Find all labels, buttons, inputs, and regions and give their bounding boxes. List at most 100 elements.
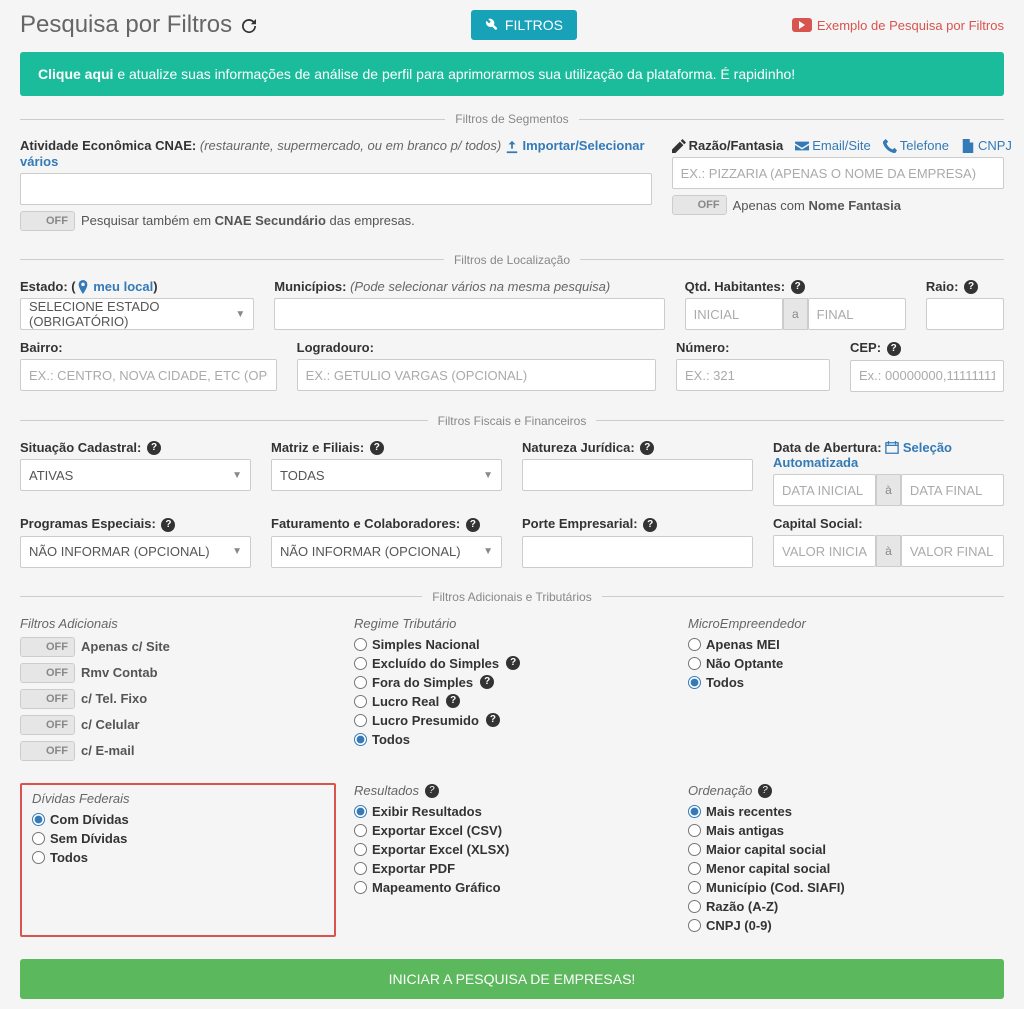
tab-razao[interactable]: Razão/Fantasia xyxy=(672,138,784,153)
toggle-label: Apenas c/ Site xyxy=(81,639,170,654)
regime-lucro-real[interactable]: Lucro Real ? xyxy=(354,694,670,709)
location-filters: Filtros de Localização Estado: ( meu loc… xyxy=(20,253,1004,402)
abertura-min[interactable] xyxy=(773,474,876,506)
tab-email[interactable]: Email/Site xyxy=(795,138,871,153)
dividas-sem[interactable]: Sem Dívidas xyxy=(32,831,324,846)
bairro-input[interactable] xyxy=(20,359,277,391)
refresh-icon[interactable] xyxy=(242,11,256,39)
regime-lucro-presumido[interactable]: Lucro Presumido ? xyxy=(354,713,670,728)
help-icon[interactable]: ? xyxy=(147,441,161,455)
abertura-label: Data de Abertura: Seleção Automatizada xyxy=(773,440,1004,471)
dividas-com[interactable]: Com Dívidas xyxy=(32,812,324,827)
res-pdf[interactable]: Exportar PDF xyxy=(354,861,670,876)
capital-max[interactable] xyxy=(901,535,1004,567)
municipios-label: Municípios: (Pode selecionar vários na m… xyxy=(274,279,664,294)
programas-select[interactable]: NÃO INFORMAR (OPCIONAL)▼ xyxy=(20,536,251,568)
mei-title: MicroEmpreendedor xyxy=(688,616,1004,631)
cep-input[interactable] xyxy=(850,360,1004,392)
example-link[interactable]: Exemplo de Pesquisa por Filtros xyxy=(792,18,1004,33)
help-icon[interactable]: ? xyxy=(506,656,520,670)
help-icon[interactable]: ? xyxy=(887,342,901,356)
nome-fantasia-toggle[interactable]: OFF xyxy=(672,195,727,215)
mei-nao-optante[interactable]: Não Optante xyxy=(688,656,1004,671)
mei-todos[interactable]: Todos xyxy=(688,675,1004,690)
location-legend: Filtros de Localização xyxy=(444,253,580,267)
raio-input[interactable] xyxy=(926,298,1004,330)
matriz-select[interactable]: TODAS▼ xyxy=(271,459,502,491)
filtros-adicionais-group: Filtros Adicionais OFFApenas c/ Site OFF… xyxy=(20,616,336,765)
help-icon[interactable]: ? xyxy=(446,694,460,708)
youtube-icon xyxy=(792,18,812,32)
upload-icon xyxy=(505,140,519,154)
meu-local-link[interactable]: meu local xyxy=(76,279,154,294)
ord-recentes[interactable]: Mais recentes xyxy=(688,804,1004,819)
dividas-title: Dívidas Federais xyxy=(32,791,324,806)
help-icon[interactable]: ? xyxy=(370,441,384,455)
habitantes-min[interactable] xyxy=(685,298,783,330)
toggle-email[interactable]: OFF xyxy=(20,741,75,761)
dividas-todos[interactable]: Todos xyxy=(32,850,324,865)
search-type-tabs: Razão/Fantasia Email/Site Telefone CNPJ xyxy=(672,138,1004,153)
help-icon[interactable]: ? xyxy=(791,280,805,294)
abertura-max[interactable] xyxy=(901,474,1004,506)
estado-label: Estado: ( meu local) xyxy=(20,279,254,295)
resultados-group: Resultados ? Exibir Resultados Exportar … xyxy=(354,783,670,938)
habitantes-label: Qtd. Habitantes: ? xyxy=(685,279,906,295)
ord-razao[interactable]: Razão (A-Z) xyxy=(688,899,1004,914)
help-icon[interactable]: ? xyxy=(480,675,494,689)
regime-todos[interactable]: Todos xyxy=(354,732,670,747)
ord-maior-capital[interactable]: Maior capital social xyxy=(688,842,1004,857)
capital-min[interactable] xyxy=(773,535,876,567)
cnae-input[interactable] xyxy=(20,173,652,205)
info-banner[interactable]: Clique aqui e atualize suas informações … xyxy=(20,52,1004,96)
file-icon xyxy=(961,139,975,153)
filtros-button[interactable]: FILTROS xyxy=(471,10,577,40)
natureza-input[interactable] xyxy=(522,459,753,491)
regime-excluido[interactable]: Excluído do Simples ? xyxy=(354,656,670,671)
resultados-title: Resultados ? xyxy=(354,783,670,799)
toggle-label: c/ Tel. Fixo xyxy=(81,691,147,706)
page-title: Pesquisa por Filtros xyxy=(20,11,256,39)
help-icon[interactable]: ? xyxy=(964,280,978,294)
numero-input[interactable] xyxy=(676,359,830,391)
logradouro-input[interactable] xyxy=(297,359,656,391)
help-icon[interactable]: ? xyxy=(486,713,500,727)
help-icon[interactable]: ? xyxy=(643,518,657,532)
fiscal-filters: Filtros Fiscais e Financeiros Situação C… xyxy=(20,414,1004,578)
pencil-icon xyxy=(672,139,686,153)
toggle-rmv-contab[interactable]: OFF xyxy=(20,663,75,683)
mei-apenas[interactable]: Apenas MEI xyxy=(688,637,1004,652)
estado-select[interactable]: SELECIONE ESTADO (OBRIGATÓRIO)▼ xyxy=(20,298,254,330)
help-icon[interactable]: ? xyxy=(758,784,772,798)
submit-button[interactable]: INICIAR A PESQUISA DE EMPRESAS! xyxy=(20,959,1004,999)
res-csv[interactable]: Exportar Excel (CSV) xyxy=(354,823,670,838)
ord-municipio[interactable]: Município (Cod. SIAFI) xyxy=(688,880,1004,895)
help-icon[interactable]: ? xyxy=(161,518,175,532)
toggle-tel-fixo[interactable]: OFF xyxy=(20,689,75,709)
ord-antigas[interactable]: Mais antigas xyxy=(688,823,1004,838)
ordenacao-title: Ordenação ? xyxy=(688,783,1004,799)
regime-simples[interactable]: Simples Nacional xyxy=(354,637,670,652)
res-xlsx[interactable]: Exportar Excel (XLSX) xyxy=(354,842,670,857)
segment-legend: Filtros de Segmentos xyxy=(445,112,578,126)
res-mapa[interactable]: Mapeamento Gráfico xyxy=(354,880,670,895)
porte-input[interactable] xyxy=(522,536,753,568)
help-icon[interactable]: ? xyxy=(466,518,480,532)
res-exibir[interactable]: Exibir Resultados xyxy=(354,804,670,819)
situacao-select[interactable]: ATIVAS▼ xyxy=(20,459,251,491)
ord-menor-capital[interactable]: Menor capital social xyxy=(688,861,1004,876)
regime-fora[interactable]: Fora do Simples ? xyxy=(354,675,670,690)
help-icon[interactable]: ? xyxy=(640,441,654,455)
faturamento-select[interactable]: NÃO INFORMAR (OPCIONAL)▼ xyxy=(271,536,502,568)
habitantes-max[interactable] xyxy=(808,298,906,330)
help-icon[interactable]: ? xyxy=(425,784,439,798)
ord-cnpj[interactable]: CNPJ (0-9) xyxy=(688,918,1004,933)
search-input[interactable] xyxy=(672,157,1004,189)
matriz-label: Matriz e Filiais: ? xyxy=(271,440,502,456)
cnae-secondary-toggle[interactable]: OFF xyxy=(20,211,75,231)
tab-telefone[interactable]: Telefone xyxy=(883,138,949,153)
toggle-site[interactable]: OFF xyxy=(20,637,75,657)
municipios-input[interactable] xyxy=(274,298,664,330)
tab-cnpj[interactable]: CNPJ xyxy=(961,138,1012,153)
toggle-label: c/ E-mail xyxy=(81,743,134,758)
